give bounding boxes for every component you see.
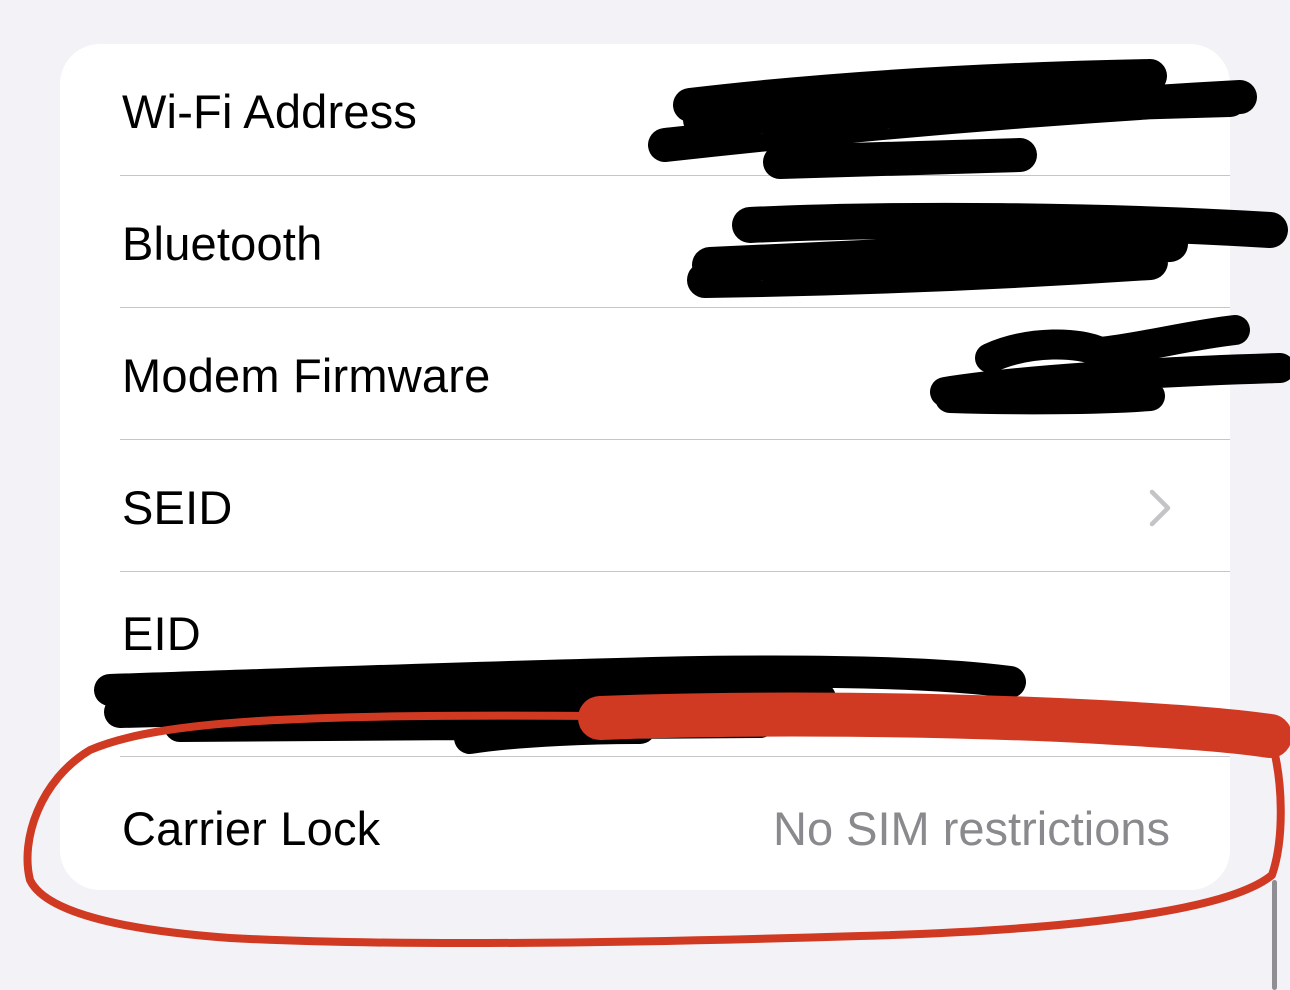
bluetooth-label: Bluetooth [122,217,323,270]
row-carrier-lock: Carrier Lock No SIM restrictions [60,757,1230,890]
row-modem-firmware: Modem Firmware [60,308,1230,440]
carrier-lock-label: Carrier Lock [122,802,381,855]
row-bluetooth: Bluetooth [60,176,1230,308]
wifi-address-label: Wi-Fi Address [122,85,418,138]
carrier-lock-value[interactable]: No SIM restrictions [773,801,1170,856]
seid-label: SEID [122,481,233,534]
eid-label: EID [122,607,201,660]
about-settings-card: Wi-Fi Address Bluetooth Modem Firmware S… [60,44,1230,890]
row-eid: EID [60,572,1230,757]
modem-firmware-label: Modem Firmware [122,349,491,402]
chevron-right-icon [1149,489,1171,527]
row-seid[interactable]: SEID [60,440,1230,572]
scrollbar[interactable] [1272,880,1277,990]
row-wifi-address: Wi-Fi Address [60,44,1230,176]
